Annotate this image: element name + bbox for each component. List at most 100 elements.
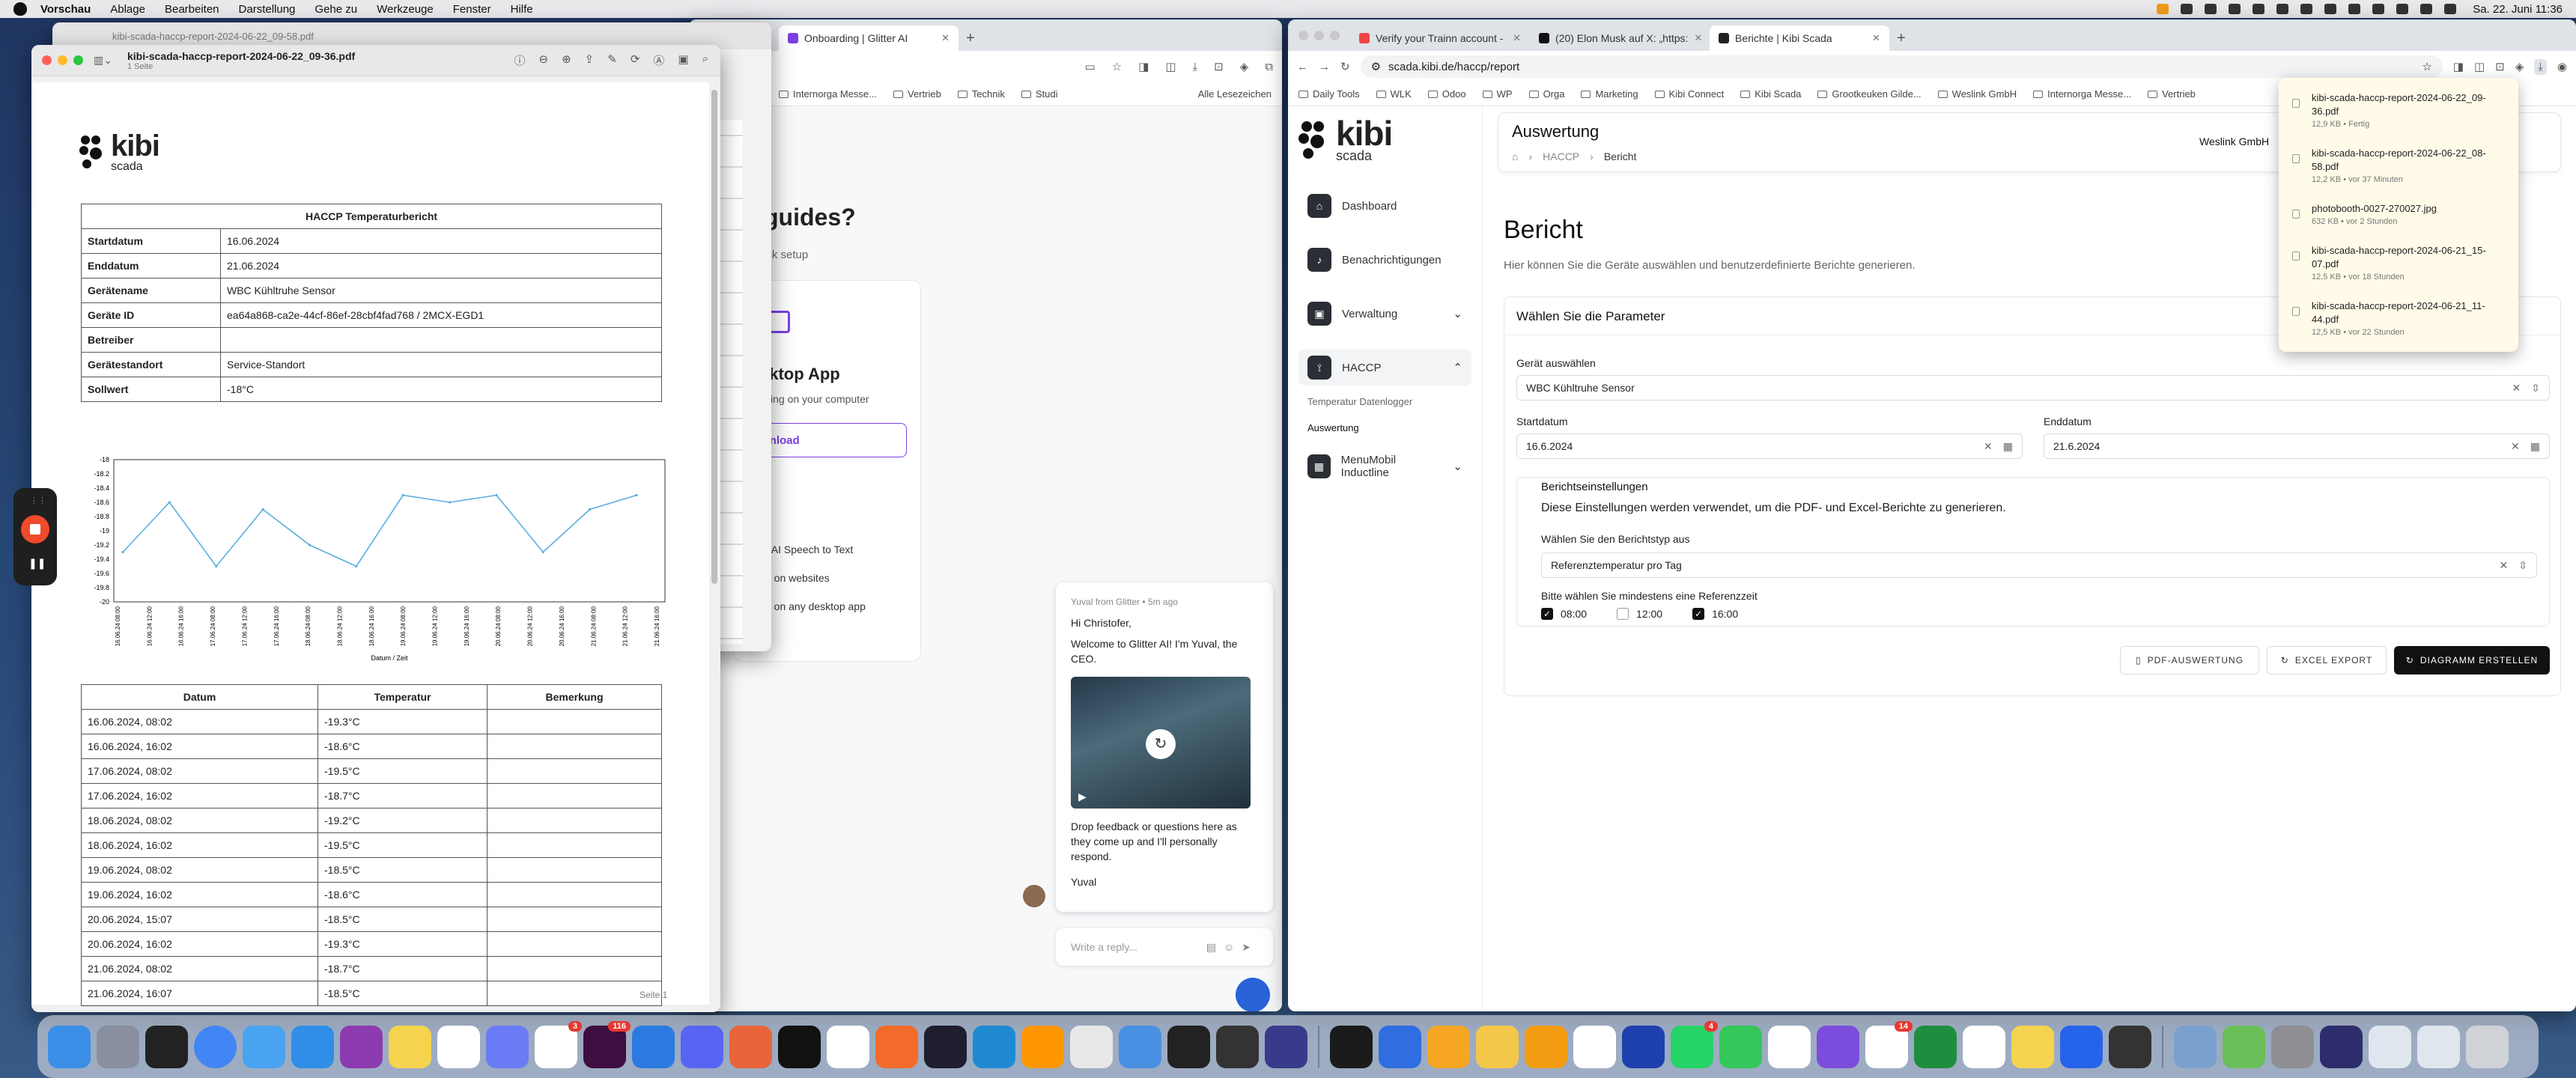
form-icon[interactable]: ▣	[678, 52, 688, 68]
status-app-icon[interactable]	[2324, 4, 2337, 14]
status-app-icon[interactable]	[2205, 4, 2217, 14]
zoom-window-icon[interactable]	[73, 55, 83, 65]
bookmark-item[interactable]: Vertrieb	[2148, 88, 2196, 100]
ref-time-1200[interactable]: 12:00	[1617, 608, 1662, 620]
checkbox-unchecked[interactable]	[1617, 608, 1629, 620]
preview-scrollbar[interactable]	[711, 90, 717, 584]
menu-item[interactable]: Hilfe	[511, 3, 533, 16]
battery-icon[interactable]	[2372, 4, 2385, 14]
photos-icon[interactable]	[1768, 1025, 1811, 1068]
slack-icon[interactable]: 116	[583, 1020, 631, 1068]
menu-item[interactable]: Gehe zu	[315, 3, 357, 16]
sublime-icon[interactable]	[1021, 1025, 1064, 1068]
chatgpt-icon[interactable]	[827, 1025, 869, 1068]
folder-icon[interactable]	[2417, 1025, 2460, 1068]
control-center-icon[interactable]	[2444, 4, 2457, 14]
whatsapp-icon[interactable]: 4	[1671, 1020, 1718, 1068]
bookmark-item[interactable]: Studi	[1021, 88, 1058, 100]
app-icon[interactable]	[2109, 1025, 2151, 1068]
menu-item[interactable]: Bearbeiten	[165, 3, 219, 16]
preview-icon[interactable]	[1070, 1025, 1113, 1068]
extension-icon[interactable]: ◫	[2474, 60, 2485, 73]
app-icon[interactable]	[632, 1025, 675, 1068]
bookmark-item[interactable]: Odoo	[1427, 88, 1466, 100]
attach-icon[interactable]: ▤☺➤	[1206, 941, 1258, 954]
report-type-select[interactable]: Referenztemperatur pro Tag ✕ ⇳	[1541, 552, 2537, 578]
extension-icon[interactable]: ⊡	[2495, 60, 2505, 73]
back-icon[interactable]: ←	[1297, 61, 1308, 73]
stop-recording-button[interactable]	[21, 515, 49, 543]
home-icon[interactable]: ⌂	[1512, 150, 1518, 162]
sidebar-subitem-auswertung[interactable]: Auswertung	[1298, 415, 1471, 448]
device-select[interactable]: WBC Kühltruhe Sensor ✕ ⇳	[1516, 375, 2550, 401]
app-icon[interactable]	[2174, 1025, 2217, 1068]
app-icon[interactable]	[1216, 1025, 1259, 1068]
sidebar-item-dashboard[interactable]: ⌂ Dashboard	[1298, 188, 1471, 224]
app-icon[interactable]	[1427, 1025, 1470, 1068]
download-item[interactable]: kibi-scada-haccp-report-2024-06-21_11-44…	[2279, 290, 2518, 346]
menu-app-name[interactable]: Vorschau	[40, 3, 91, 16]
status-app-icon[interactable]	[2300, 4, 2313, 14]
vscode-icon[interactable]	[973, 1025, 1015, 1068]
app-icon[interactable]	[486, 1025, 529, 1068]
bookmark-item[interactable]: Kibi Connect	[1654, 88, 1724, 100]
screen-icon[interactable]: ▭	[1085, 60, 1096, 73]
trash-icon[interactable]	[2466, 1025, 2509, 1068]
checkbox-checked[interactable]: ✓	[1692, 608, 1705, 620]
extension-icon[interactable]: ◫	[1165, 60, 1176, 73]
drag-handle-icon[interactable]: ⋮⋮	[30, 496, 46, 505]
tab-trainn[interactable]: Verify your Trainn account - ✕	[1350, 25, 1530, 51]
bookmark-item[interactable]: Vertrieb	[893, 88, 941, 100]
chat-launcher-button[interactable]	[1236, 978, 1270, 1011]
discord-icon[interactable]	[681, 1025, 723, 1068]
sidebar-toggle-icon[interactable]: ▥⌄	[94, 54, 112, 67]
download-icon[interactable]: ⤓	[1193, 61, 1198, 73]
end-date-input[interactable]: 21.6.2024 ✕ ▦	[2044, 433, 2550, 459]
rotate-icon[interactable]: ⟳	[631, 52, 640, 68]
share-icon[interactable]: ⇪	[585, 52, 595, 68]
forward-icon[interactable]: →	[1319, 61, 1330, 73]
close-tab-icon[interactable]: ✕	[1513, 32, 1521, 44]
zoom-window-icon[interactable]	[1330, 30, 1340, 40]
wifi-icon[interactable]	[2396, 4, 2409, 14]
bookmark-item[interactable]: Alle Lesezeichen	[1198, 88, 1272, 100]
menu-item[interactable]: Fenster	[453, 3, 491, 16]
calendar-icon[interactable]: ▦	[2530, 440, 2540, 453]
zoom-out-icon[interactable]: ⊖	[539, 52, 549, 68]
notion-icon[interactable]	[1963, 1025, 2005, 1068]
close-window-icon[interactable]	[1298, 30, 1308, 40]
annotate-icon[interactable]: Ⓐ	[653, 52, 664, 68]
status-app-icon[interactable]	[2181, 4, 2193, 14]
bookmark-item[interactable]: Orga	[1528, 88, 1564, 100]
app-icon[interactable]	[2223, 1025, 2265, 1068]
star-icon[interactable]: ☆	[1112, 60, 1122, 73]
download-icon[interactable]: ⤓	[2534, 58, 2547, 75]
info-icon[interactable]: ⓘ	[514, 52, 525, 68]
site-info-icon[interactable]: ⚙	[1371, 60, 1381, 73]
chrome-icon[interactable]	[194, 1025, 237, 1068]
sidebar-item-notifications[interactable]: ♪ Benachrichtigungen	[1298, 242, 1471, 278]
clear-icon[interactable]: ✕	[2511, 440, 2520, 453]
terminal-icon[interactable]	[1167, 1025, 1210, 1068]
close-tab-icon[interactable]: ✕	[1694, 32, 1702, 44]
app-icon[interactable]	[1525, 1025, 1567, 1068]
search-icon[interactable]: ⌕	[702, 52, 708, 68]
markup-icon[interactable]: ✎	[607, 52, 617, 68]
chat-video[interactable]: ↻ ▶	[1071, 677, 1251, 808]
extensions-icon[interactable]: ⧉	[1265, 61, 1273, 73]
pause-button[interactable]: ❚❚	[28, 557, 46, 570]
download-item[interactable]: photobooth-0027-270027.jpg 632 KB • vor 2…	[2279, 193, 2518, 235]
ref-time-1600[interactable]: ✓ 16:00	[1692, 608, 1738, 620]
mail-icon[interactable]	[243, 1025, 285, 1068]
sidebar-item-verwaltung[interactable]: ▣ Verwaltung ⌄	[1298, 296, 1471, 332]
zoom-in-icon[interactable]: ⊕	[562, 52, 571, 68]
menu-item[interactable]: Werkzeuge	[377, 3, 434, 16]
app-icon[interactable]	[1622, 1025, 1665, 1068]
extension-icon[interactable]: ◨	[1138, 60, 1149, 73]
kibi-logo[interactable]: kibi scada	[1298, 116, 1471, 164]
apple-icon[interactable]	[13, 2, 27, 16]
app-icon[interactable]	[2011, 1025, 2054, 1068]
status-app-icon[interactable]	[2229, 4, 2241, 14]
menu-item[interactable]: Darstellung	[239, 3, 296, 16]
app-icon[interactable]	[1476, 1025, 1519, 1068]
